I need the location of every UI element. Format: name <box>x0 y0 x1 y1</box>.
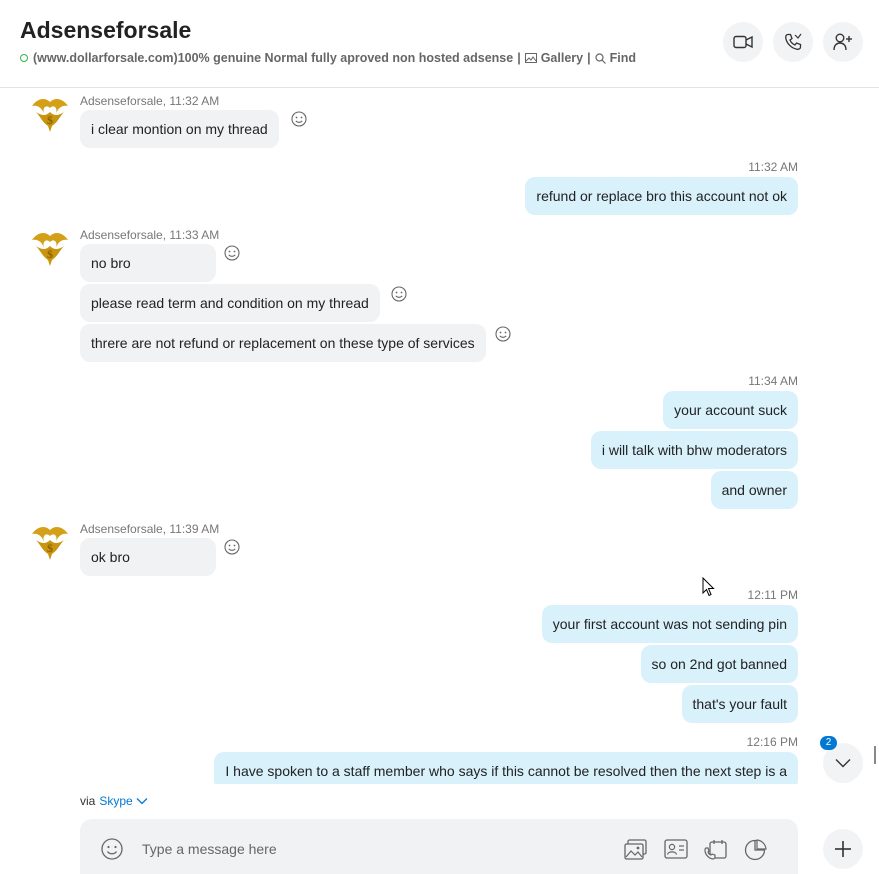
message-bubble[interactable]: please read term and condition on my thr… <box>80 284 380 322</box>
unread-count-badge: 2 <box>820 736 837 750</box>
message-time: 12:11 PM <box>747 588 798 602</box>
sender-meta: Adsenseforsale, 11:39 AM <box>80 522 220 536</box>
schedule-call-icon[interactable] <box>704 839 728 861</box>
via-app-label: Skype <box>99 794 133 808</box>
poll-icon[interactable] <box>744 839 768 861</box>
gallery-icon <box>524 53 537 63</box>
avatar[interactable]: $ <box>30 228 70 268</box>
message-bubble[interactable]: no bro <box>80 244 216 282</box>
conversation-title[interactable]: Adsenseforsale <box>20 17 191 44</box>
chevron-down-icon <box>835 759 851 768</box>
message-bubble[interactable]: threre are not refund or replacement on … <box>80 324 486 362</box>
message-bubble[interactable]: your account suck <box>663 391 798 429</box>
avatar[interactable]: $ <box>30 94 70 134</box>
smiley-reaction-icon[interactable] <box>291 111 307 127</box>
online-status-icon <box>20 54 28 62</box>
mouse-pointer-icon <box>702 577 715 597</box>
video-call-button[interactable] <box>723 22 763 62</box>
message-time: 12:16 PM <box>746 735 798 749</box>
message-bubble[interactable]: so on 2nd got banned <box>640 645 798 683</box>
gallery-link[interactable]: Gallery <box>524 51 584 65</box>
chat-header: Adsenseforsale (www.dollarforsale.com)10… <box>0 0 879 88</box>
sender-meta: Adsenseforsale, 11:33 AM <box>80 228 220 242</box>
scrollbar[interactable] <box>874 746 876 764</box>
separator: | <box>517 51 521 65</box>
media-icon[interactable] <box>624 839 648 861</box>
mood-message: (www.dollarforsale.com)100% genuine Norm… <box>33 51 514 65</box>
message-bubble[interactable]: that's your fault <box>681 685 798 723</box>
via-prefix: via <box>80 794 96 808</box>
message-bubble[interactable]: and owner <box>710 471 798 509</box>
contact-card-icon[interactable] <box>664 839 688 859</box>
search-icon <box>594 52 606 64</box>
emoji-icon[interactable] <box>101 838 123 860</box>
smiley-reaction-icon[interactable] <box>495 326 511 342</box>
message-time: 11:34 AM <box>748 374 798 388</box>
add-content-button[interactable] <box>823 829 863 869</box>
message-bubble[interactable]: i will talk with bhw moderators <box>590 431 798 469</box>
gallery-label: Gallery <box>540 51 584 65</box>
via-app-selector[interactable]: Skype <box>99 794 148 808</box>
message-list[interactable]: $ Adsenseforsale, 11:32 AM i clear monti… <box>0 89 879 784</box>
message-input[interactable] <box>142 837 602 861</box>
message-bubble[interactable]: ok bro <box>80 538 216 576</box>
message-bubble[interactable]: i clear montion on my thread <box>80 110 279 148</box>
smiley-reaction-icon[interactable] <box>224 245 240 261</box>
smiley-reaction-icon[interactable] <box>391 286 407 302</box>
smiley-reaction-icon[interactable] <box>224 539 240 555</box>
plus-icon <box>835 841 851 857</box>
message-composer <box>80 819 798 874</box>
find-label: Find <box>609 51 636 65</box>
video-camera-icon <box>733 35 753 49</box>
svg-text:$: $ <box>47 113 53 127</box>
message-time: 11:32 AM <box>748 160 798 174</box>
chevron-down-icon <box>136 798 148 805</box>
add-people-button[interactable] <box>823 22 863 62</box>
separator: | <box>587 51 591 65</box>
audio-call-button[interactable] <box>773 22 813 62</box>
message-bubble[interactable]: refund or replace bro this account not o… <box>525 177 798 215</box>
svg-text:$: $ <box>47 247 53 261</box>
add-person-icon <box>833 33 852 51</box>
svg-text:$: $ <box>47 541 53 555</box>
sender-meta: Adsenseforsale, 11:32 AM <box>80 94 220 108</box>
phone-icon <box>785 33 802 50</box>
message-bubble[interactable]: I have spoken to a staff member who says… <box>214 752 798 784</box>
conversation-subline: (www.dollarforsale.com)100% genuine Norm… <box>20 51 636 65</box>
find-link[interactable]: Find <box>594 51 636 65</box>
avatar[interactable]: $ <box>30 522 70 562</box>
via-label: via Skype <box>80 794 148 808</box>
message-bubble[interactable]: your first account was not sending pin <box>541 605 798 643</box>
